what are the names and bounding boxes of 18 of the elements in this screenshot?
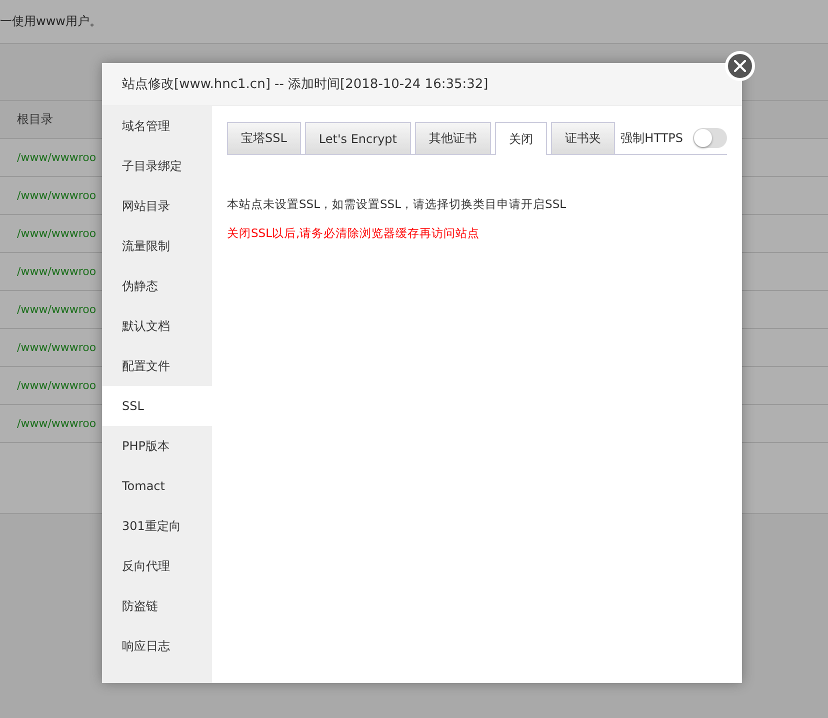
- sidebar-item[interactable]: 反向代理: [102, 546, 212, 586]
- info-text: 本站点未设置SSL，如需设置SSL，请选择切换类目申请开启SSL: [227, 197, 568, 212]
- warning-text: 关闭SSL以后,请务必清除浏览器缓存再访问站点: [227, 226, 481, 241]
- notice-text: 一使用www用户。: [0, 0, 828, 44]
- sidebar-item[interactable]: SSL: [102, 386, 212, 426]
- tab[interactable]: Let's Encrypt: [304, 122, 411, 154]
- sidebar-item[interactable]: 防盗链: [102, 586, 212, 626]
- tab[interactable]: 宝塔SSL: [227, 122, 301, 154]
- sidebar-item[interactable]: Tomact: [102, 466, 212, 506]
- tab[interactable]: 关闭: [495, 122, 547, 155]
- tab[interactable]: 证书夹: [551, 122, 615, 154]
- sidebar-item[interactable]: 响应日志: [102, 626, 212, 666]
- toggle-switch[interactable]: [693, 128, 727, 148]
- close-icon: [734, 60, 746, 72]
- tab[interactable]: 其他证书: [415, 122, 491, 154]
- dialog-title: 站点修改[www.hnc1.cn] -- 添加时间[2018-10-24 16:35:32]: [102, 63, 742, 106]
- sidebar-item[interactable]: 301重定向: [102, 506, 212, 546]
- close-button[interactable]: [725, 51, 755, 81]
